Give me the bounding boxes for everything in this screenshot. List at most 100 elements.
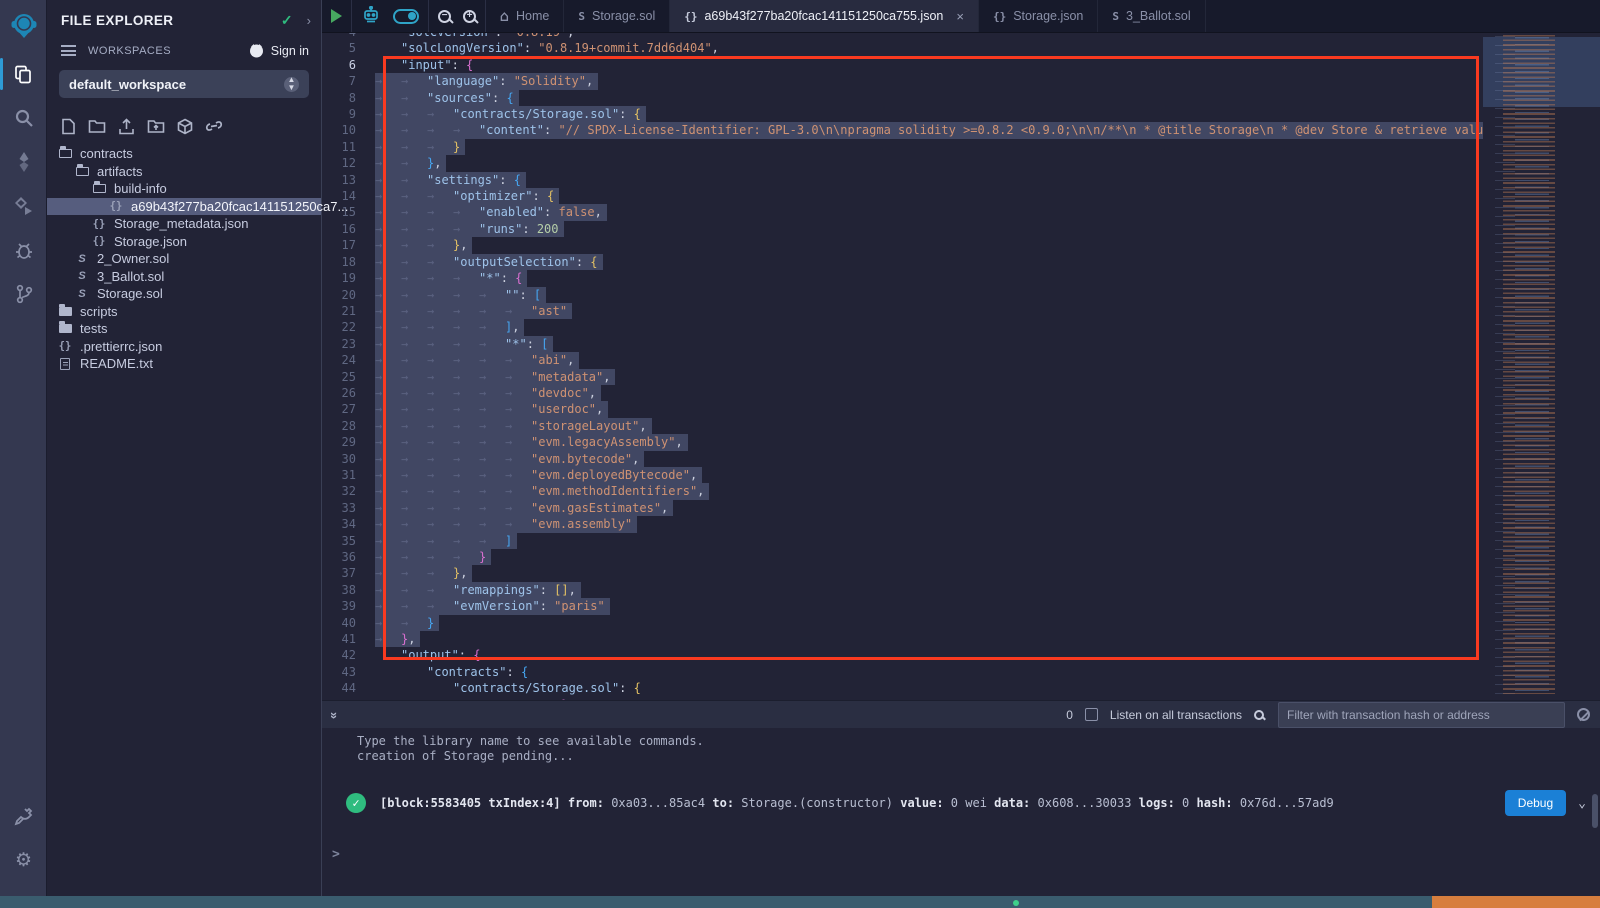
tree-item-label: build-info <box>114 181 167 196</box>
code-line-39: 39→→→"evmVersion": "paris" <box>322 598 1483 614</box>
line-number: 36 <box>322 549 375 565</box>
minimap-content <box>1489 35 1589 694</box>
json-icon: {} <box>108 200 124 212</box>
line-number: 21 <box>322 303 375 319</box>
alert-segment[interactable] <box>1432 896 1600 908</box>
tree-item--prettierrc-json[interactable]: {} .prettierrc.json <box>47 338 321 356</box>
tree-item-artifacts[interactable]: artifacts <box>47 163 321 181</box>
tree-item-2-owner-sol[interactable]: S2_Owner.sol <box>47 250 321 268</box>
code-line-11: 11→→→} <box>322 139 1483 155</box>
tree-item-label: a69b43f277ba20fcac141151250ca7... <box>131 199 348 214</box>
editor-topbar: − + ⌂HomeSStorage.sol{}a69b43f277ba20fca… <box>322 0 1600 33</box>
copilot-toggle[interactable] <box>393 9 419 24</box>
ipfs-cube-icon[interactable] <box>177 118 193 135</box>
tree-item-label: Storage.json <box>114 234 187 249</box>
terminal-scrollbar[interactable] <box>1592 794 1598 828</box>
upload-folder-icon[interactable] <box>147 118 165 135</box>
tab-label: a69b43f277ba20fcac141151250ca755.json <box>704 9 943 23</box>
line-number: 30 <box>322 451 375 467</box>
sidebar-item-search[interactable] <box>0 96 47 140</box>
tx-expand-icon[interactable]: ⌄ <box>1578 796 1586 811</box>
minimap[interactable] <box>1483 33 1600 700</box>
line-number: 18 <box>322 254 375 270</box>
workspaces-menu-icon[interactable] <box>61 45 76 56</box>
main-area: − + ⌂HomeSStorage.sol{}a69b43f277ba20fca… <box>322 0 1600 896</box>
sign-in-button[interactable]: Sign in <box>248 43 309 58</box>
tab-home[interactable]: ⌂Home <box>486 0 564 32</box>
line-number: 10 <box>322 122 375 138</box>
tree-item-storage-metadata-json[interactable]: {}Storage_metadata.json <box>47 215 321 233</box>
sidebar-item-debugger[interactable] <box>0 228 47 272</box>
tree-item-label: scripts <box>80 304 118 319</box>
sidebar-item-git[interactable] <box>0 272 47 316</box>
tree-item-3-ballot-sol[interactable]: S3_Ballot.sol <box>47 268 321 286</box>
debug-button[interactable]: Debug <box>1505 790 1566 816</box>
line-number: 25 <box>322 369 375 385</box>
run-script-button[interactable] <box>331 9 342 23</box>
new-folder-icon[interactable] <box>88 118 106 135</box>
workspace-name: default_workspace <box>69 77 284 92</box>
code-editor[interactable]: 4 "solcVersion": "0.8.19",5 "solcLongVer… <box>322 33 1600 700</box>
tab-storage-json[interactable]: {}Storage.json <box>979 0 1098 32</box>
folder-open-icon <box>57 149 73 158</box>
tree-item-label: .prettierrc.json <box>80 339 162 354</box>
zoom-out-icon[interactable]: − <box>438 10 451 23</box>
tree-item-label: Storage.sol <box>97 286 163 301</box>
terminal-log-line: Type the library name to see available c… <box>357 734 1600 749</box>
tree-item-a69b43f277ba20fcac141151250ca7-[interactable]: {}a69b43f277ba20fcac141151250ca7... <box>47 198 321 216</box>
folder-icon <box>57 307 73 316</box>
transaction-count: 0 <box>1066 708 1073 722</box>
terminal-prompt[interactable]: > <box>332 847 340 862</box>
plugin-manager-icon[interactable] <box>0 794 47 838</box>
terminal[interactable]: Type the library name to see available c… <box>322 728 1600 884</box>
code-line-27: 27→→→→→→"userdoc", <box>322 401 1483 417</box>
tree-item-storage-json[interactable]: {} Storage.json <box>47 233 321 251</box>
collapse-panel-icon[interactable]: › <box>307 13 311 28</box>
tree-item-label: artifacts <box>97 164 143 179</box>
json-icon: {} <box>91 235 107 247</box>
tree-item-readme-txt[interactable]: README.txt <box>47 355 321 373</box>
clear-console-icon[interactable] <box>1577 708 1590 721</box>
line-number: 16 <box>322 221 375 237</box>
line-number: 13 <box>322 172 375 188</box>
sidebar-item-deploy-run[interactable] <box>0 184 47 228</box>
saved-check-icon: ✓ <box>281 12 293 29</box>
tab-a69b43f277ba20fcac141151250ca755-json[interactable]: {}a69b43f277ba20fcac141151250ca755.json× <box>670 0 979 32</box>
sidebar-item-solidity-compiler[interactable] <box>0 140 47 184</box>
code-line-21: 21→→→→→→"ast" <box>322 303 1483 319</box>
transaction-filter-input[interactable] <box>1278 702 1565 728</box>
line-number: 11 <box>322 139 375 155</box>
line-number: 20 <box>322 287 375 303</box>
settings-icon[interactable]: ⚙ <box>0 838 47 882</box>
panel-title: FILE EXPLORER <box>61 13 281 28</box>
listen-checkbox[interactable] <box>1085 708 1098 721</box>
sidebar-item-file-explorer[interactable] <box>0 52 47 96</box>
code-line-4: 4 "solcVersion": "0.8.19", <box>322 33 1483 40</box>
code-line-32: 32→→→→→→"evm.methodIdentifiers", <box>322 483 1483 499</box>
code-line-28: 28→→→→→→"storageLayout", <box>322 418 1483 434</box>
tree-item-scripts[interactable]: scripts <box>47 303 321 321</box>
sol-icon: S <box>74 288 90 300</box>
tree-item-storage-sol[interactable]: S Storage.sol <box>47 285 321 303</box>
link-icon[interactable] <box>205 118 223 135</box>
tab-label: Storage.json <box>1013 9 1083 23</box>
workspace-select[interactable]: default_workspace ▲▼ <box>59 70 309 98</box>
code-line-36: 36→→→→} <box>322 549 1483 565</box>
tree-item-contracts[interactable]: contracts <box>47 145 321 163</box>
new-file-icon[interactable] <box>61 118 76 135</box>
zoom-in-icon[interactable]: + <box>463 10 476 23</box>
json-icon: {} <box>57 340 73 352</box>
tree-item-tests[interactable]: tests <box>47 320 321 338</box>
code-line-37: 37→→→}, <box>322 565 1483 581</box>
tree-item-build-info[interactable]: build-info <box>47 180 321 198</box>
remix-logo[interactable] <box>0 0 47 52</box>
ai-copilot-icon[interactable] <box>361 6 381 27</box>
terminal-collapse-icon[interactable]: » <box>327 712 342 717</box>
line-number: 7 <box>322 73 375 89</box>
close-tab-icon[interactable]: × <box>956 9 964 24</box>
upload-file-icon[interactable] <box>118 118 135 135</box>
tab-storage-sol[interactable]: SStorage.sol <box>564 0 670 32</box>
tree-item-label: contracts <box>80 146 133 161</box>
tab-3-ballot-sol[interactable]: S3_Ballot.sol <box>1098 0 1205 32</box>
line-number: 5 <box>322 40 375 56</box>
